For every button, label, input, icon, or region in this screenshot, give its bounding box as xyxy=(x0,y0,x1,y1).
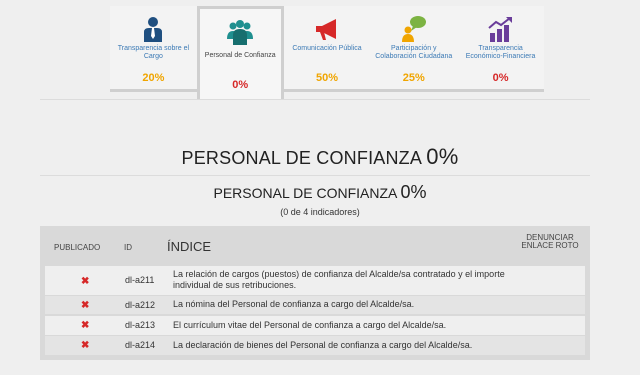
table-header: PUBLICADO ID ÍNDICE DENUNCIAR ENLACE ROT… xyxy=(40,226,590,264)
not-published-icon: ✖ xyxy=(81,340,90,351)
tab-transparencia-economica[interactable]: Transparencia Económico-Financiera 0% xyxy=(457,6,544,92)
tab-label: Personal de Confianza xyxy=(204,52,276,59)
row-index-text: La declaración de bienes del Personal de… xyxy=(173,340,473,350)
tab-label: Participación y Colaboración Ciudadana xyxy=(375,45,453,60)
tab-comunicacion-publica[interactable]: Comunicación Pública 50% xyxy=(283,6,371,92)
page-title-text: PERSONAL DE CONFIANZA xyxy=(181,148,422,168)
top-divider xyxy=(40,99,590,100)
tab-percent: 25% xyxy=(402,72,425,84)
page-title: PERSONAL DE CONFIANZA 0% xyxy=(0,144,640,170)
not-published-icon: ✖ xyxy=(81,276,90,287)
tab-label: Transparencia sobre el Cargo xyxy=(117,45,190,60)
table-row: ✖ dl-a211 La relación de cargos (puestos… xyxy=(45,266,585,295)
group-icon xyxy=(227,20,254,45)
tab-percent: 20% xyxy=(142,72,165,84)
table-row: ✖ dl-a213 El currículum vitae del Person… xyxy=(45,316,585,335)
header-report-broken-link: DENUNCIAR ENLACE ROTO xyxy=(521,233,579,250)
indicators-table: PUBLICADO ID ÍNDICE DENUNCIAR ENLACE ROT… xyxy=(40,226,590,360)
row-id: dl-a211 xyxy=(125,275,155,285)
indicator-count: (0 de 4 indicadores) xyxy=(280,207,360,217)
megaphone-icon xyxy=(315,19,336,40)
header-index: ÍNDICE xyxy=(167,239,212,254)
tab-label: Transparencia Económico-Financiera xyxy=(465,45,536,60)
row-id: dl-a212 xyxy=(125,300,156,310)
tab-transparencia-cargo[interactable]: Transparencia sobre el Cargo 20% xyxy=(110,6,197,92)
bar-chart-icon xyxy=(487,17,512,42)
person-tie-icon xyxy=(144,17,163,42)
header-published: PUBLICADO xyxy=(54,243,101,252)
section-title-percent: 0% xyxy=(400,182,427,202)
row-index-text: La relación de cargos (puestos) de confi… xyxy=(173,269,505,290)
tab-percent: 50% xyxy=(315,72,338,84)
not-published-icon: ✖ xyxy=(81,300,90,311)
table-row: ✖ dl-a214 La declaración de bienes del P… xyxy=(45,336,585,355)
row-id: dl-a213 xyxy=(125,320,156,330)
tab-percent: 0% xyxy=(232,79,249,91)
section-title-text: PERSONAL DE CONFIANZA xyxy=(213,185,397,201)
row-index-text: El currículum vitae del Personal de conf… xyxy=(173,320,447,330)
title-divider xyxy=(40,175,590,176)
tab-participacion[interactable]: Participación y Colaboración Ciudadana 2… xyxy=(370,6,458,92)
row-index-text: La nómina del Personal de confianza a ca… xyxy=(173,299,415,309)
page-title-percent: 0% xyxy=(426,144,459,169)
category-tabs: Transparencia sobre el Cargo 20% Persona… xyxy=(110,6,544,100)
tab-percent: 0% xyxy=(492,72,509,84)
person-speech-icon xyxy=(401,16,426,42)
row-id: dl-a214 xyxy=(125,340,156,350)
section-title: PERSONAL DE CONFIANZA 0% xyxy=(0,182,640,203)
table-row: ✖ dl-a212 La nómina del Personal de conf… xyxy=(45,296,585,314)
header-id: ID xyxy=(124,243,132,252)
not-published-icon: ✖ xyxy=(81,320,90,331)
tab-label: Comunicación Pública xyxy=(292,45,362,52)
tab-personal-confianza[interactable]: Personal de Confianza 0% xyxy=(196,6,284,100)
